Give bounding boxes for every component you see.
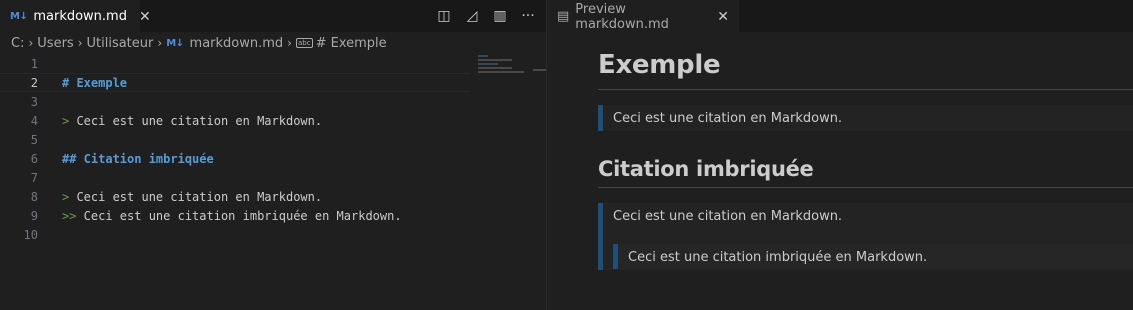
heading-rule (598, 187, 1133, 188)
chevron-right-icon: › (28, 36, 34, 50)
blockquote-text: Ceci est une citation en Markdown. (613, 209, 843, 224)
heading-rule (598, 89, 1133, 90)
chevron-right-icon: › (77, 36, 83, 50)
markdown-file-icon: M↓ (166, 37, 184, 49)
code-line[interactable]: 4 > Ceci est une citation en Markdown. (0, 111, 470, 130)
editor-actions: ◫ ◿ ▥ ··· (436, 0, 536, 32)
code-line[interactable]: 7 (0, 168, 470, 187)
markdown-preview: Exemple Ceci est une citation en Markdow… (547, 32, 1133, 310)
code-line[interactable]: 5 (0, 130, 470, 149)
code-line[interactable]: 6 ## Citation imbriquée (0, 149, 470, 168)
more-actions-icon[interactable]: ··· (520, 8, 536, 24)
line-number: 10 (23, 227, 38, 242)
line-number: 8 (30, 189, 38, 204)
scroll-position-marker (533, 69, 546, 71)
code-line[interactable]: 3 (0, 92, 470, 111)
minimap-line (478, 59, 512, 61)
preview-group: ▤ Preview markdown.md ✕ Exemple Ceci est… (547, 0, 1133, 310)
minimap-line (478, 63, 498, 65)
quote-marker: > (62, 113, 70, 128)
tab-preview-markdown[interactable]: ▤ Preview markdown.md ✕ (547, 0, 739, 32)
code-line[interactable]: 8 > Ceci est une citation en Markdown. (0, 187, 470, 206)
open-preview-side-icon[interactable]: ◫ (436, 8, 452, 24)
nested-blockquote-text: Ceci est une citation imbriquée en Markd… (628, 250, 928, 265)
line-number: 2 (30, 75, 38, 90)
line-number: 4 (30, 113, 38, 128)
quote-marker: >> (62, 208, 77, 223)
vertical-scrollbar[interactable] (533, 54, 546, 310)
tab-title: Preview markdown.md (575, 1, 669, 32)
tab-markdown-md[interactable]: M↓ markdown.md ✕ (0, 0, 151, 32)
preview-icon: ▤ (557, 9, 570, 24)
minimap-line (478, 55, 488, 57)
breadcrumb-item-users[interactable]: Users (37, 36, 73, 51)
minimap-line (478, 71, 524, 73)
code-line[interactable]: 9 >> Ceci est une citation imbriquée en … (0, 206, 470, 225)
line-number: 7 (30, 170, 38, 185)
markdown-file-icon: M↓ (10, 11, 28, 22)
chevron-right-icon: › (287, 36, 292, 50)
line-number: 9 (30, 208, 38, 223)
chevron-right-icon: › (157, 36, 163, 50)
line-number: 3 (30, 94, 38, 109)
code-line[interactable]: 10 (0, 225, 470, 244)
code-line[interactable]: 1 (0, 54, 470, 73)
line-number: 6 (30, 151, 38, 166)
code-editor[interactable]: 1 2 # Exemple 3 4 > Ceci est une citatio… (0, 54, 534, 310)
line-text: >> Ceci est une citation imbriquée en Ma… (62, 208, 402, 223)
tab-title: markdown.md (33, 9, 127, 24)
breadcrumb-item-user[interactable]: Utilisateur (87, 36, 154, 51)
editor-tabbar: M↓ markdown.md ✕ ◫ ◿ ▥ ··· (0, 0, 546, 32)
editor-group: M↓ markdown.md ✕ ◫ ◿ ▥ ··· C: › Users › … (0, 0, 546, 310)
quote-marker: > (62, 189, 70, 204)
breadcrumb-item-symbol[interactable]: # Exemple (316, 36, 387, 51)
nested-blockquote: Ceci est une citation imbriquée en Markd… (613, 244, 1133, 269)
close-icon[interactable]: ✕ (717, 9, 729, 25)
line-number: 5 (30, 132, 38, 147)
string-symbol-icon: abc (295, 38, 313, 48)
preview-tabbar: ▤ Preview markdown.md ✕ (547, 0, 1133, 32)
blockquote: Ceci est une citation en Markdown. (598, 105, 1133, 131)
minimap[interactable] (478, 55, 533, 85)
breadcrumb-item-drive[interactable]: C: (11, 36, 24, 51)
split-editor-icon[interactable]: ▥ (492, 8, 508, 24)
close-icon[interactable]: ✕ (139, 9, 151, 25)
line-text: > Ceci est une citation en Markdown. (62, 113, 323, 128)
preview-heading-2: Citation imbriquée (598, 157, 814, 181)
blockquote-text: Ceci est une citation en Markdown. (613, 111, 843, 126)
line-text: ## Citation imbriquée (62, 151, 214, 166)
minimap-line (478, 67, 512, 69)
line-text: > Ceci est une citation en Markdown. (62, 189, 323, 204)
line-number: 1 (30, 56, 38, 71)
preview-heading-1: Exemple (598, 50, 721, 80)
breadcrumb: C: › Users › Utilisateur › M↓ markdown.m… (0, 32, 546, 54)
code-line-current[interactable]: 2 # Exemple (0, 73, 470, 92)
breadcrumb-item-file[interactable]: markdown.md (190, 36, 284, 51)
line-text: # Exemple (62, 75, 128, 90)
blockquote: Ceci est une citation en Markdown. Ceci … (598, 203, 1133, 270)
compare-icon[interactable]: ◿ (464, 8, 480, 24)
